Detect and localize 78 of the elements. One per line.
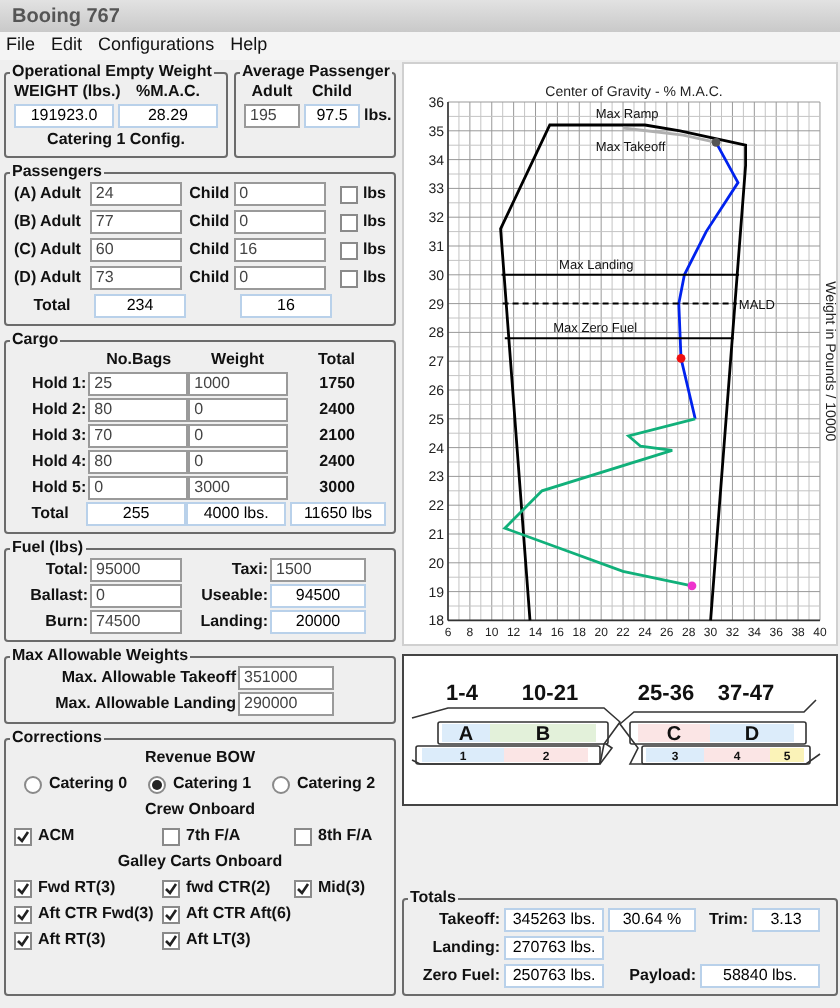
checkbox-label: lbs: [362, 212, 386, 232]
checkbox-label: lbs: [362, 268, 386, 288]
field-label: Landing:: [198, 612, 270, 632]
row-label: Total: [31, 296, 73, 316]
row-label: Hold 2:: [30, 400, 89, 420]
radio-label: Catering 0: [48, 774, 128, 794]
group-title: Operational Empty Weight: [10, 62, 214, 82]
checkbox-label: lbs: [362, 184, 386, 204]
checkbox-label: 8th F/A: [318, 826, 373, 846]
row-label: (C) Adult: [14, 240, 83, 260]
checkbox-label: 7th F/A: [186, 826, 241, 846]
column-header: No.Bags: [104, 350, 174, 370]
group-title: Corrections: [10, 728, 104, 748]
group-title: Average Passenger: [240, 62, 392, 82]
group-title: Totals: [408, 888, 458, 908]
field-label: Zero Fuel:: [420, 966, 500, 986]
group-heading: Crew Onboard: [142, 800, 258, 820]
hold-total: 3000: [317, 478, 357, 498]
window-title: Booing 767: [12, 3, 120, 31]
row-label: (A) Adult: [14, 184, 83, 204]
radio-label: Catering 1: [172, 774, 252, 794]
column-header: Total: [316, 350, 358, 370]
row-label: (B) Adult: [14, 212, 83, 232]
checkbox-label: Aft RT(3): [38, 930, 106, 950]
column-label: Child: [310, 82, 354, 102]
row-label: Hold 5:: [30, 478, 89, 498]
field-label: Burn:: [43, 612, 90, 632]
cabin-section: C: [638, 724, 710, 746]
field-label: Max. Allowable Takeoff: [59, 668, 238, 688]
field-label: Taxi:: [229, 560, 270, 580]
checkbox-label: Aft LT(3): [186, 930, 251, 950]
radio-label: Catering 2: [296, 774, 376, 794]
checkbox-label: fwd CTR(2): [186, 878, 271, 898]
field-label: Trim:: [706, 910, 748, 930]
group-title: Passengers: [10, 162, 104, 182]
field-label: Max. Allowable Landing: [53, 694, 238, 714]
group-heading: Revenue BOW: [142, 748, 258, 768]
cabin-section: B: [490, 724, 596, 746]
checkbox-label: Aft CTR Aft(6): [186, 904, 292, 924]
field-label: Child: [187, 240, 230, 260]
column-label: Adult: [249, 82, 295, 102]
hold-total: 2100: [317, 426, 357, 446]
field-label: Total:: [43, 560, 90, 580]
group-title: Max Allowable Weights: [10, 646, 191, 666]
field-label: Child: [187, 212, 230, 232]
field-label: Landing:: [430, 938, 500, 958]
field-label: Useable:: [199, 586, 270, 606]
unit-label: lbs.: [364, 106, 392, 126]
cabin-section: A: [442, 724, 490, 746]
checkbox-label: Fwd RT(3): [38, 878, 116, 898]
group-heading: Galley Carts Onboard: [115, 852, 285, 872]
row-label: (D) Adult: [14, 268, 83, 288]
field-label: Ballast:: [28, 586, 90, 606]
row-label: Hold 1:: [30, 374, 89, 394]
checkbox-label: lbs: [362, 240, 386, 260]
row-label: Total: [29, 504, 71, 524]
row-label: Hold 4:: [30, 452, 89, 472]
field-label: Child: [187, 184, 230, 204]
cabin-section: D: [710, 724, 794, 746]
checkbox-label: Aft CTR Fwd(3): [38, 904, 154, 924]
checkbox-label: ACM: [38, 826, 75, 846]
group-title: Cargo: [10, 330, 61, 350]
row-label: Hold 3:: [30, 426, 89, 446]
field-label: Takeoff:: [436, 910, 500, 930]
hold-total: 2400: [317, 452, 357, 472]
seat-range-label: 25-36: [637, 682, 695, 706]
checkbox-label: Mid(3): [318, 878, 366, 898]
hold-total: 1750: [317, 374, 357, 394]
field-label: Payload:: [627, 966, 696, 986]
seat-range-label: 37-47: [717, 682, 775, 706]
column-label: %M.A.C.: [134, 82, 202, 102]
group-title: Fuel (lbs): [10, 538, 86, 558]
column-header: Weight: [209, 350, 267, 370]
config-note: Catering 1 Config.: [45, 130, 187, 150]
seat-range-label: 1-4: [446, 682, 478, 706]
hold-total: 2400: [317, 400, 357, 420]
field-label: Child: [187, 268, 230, 288]
seat-range-label: 10-21: [521, 682, 579, 706]
